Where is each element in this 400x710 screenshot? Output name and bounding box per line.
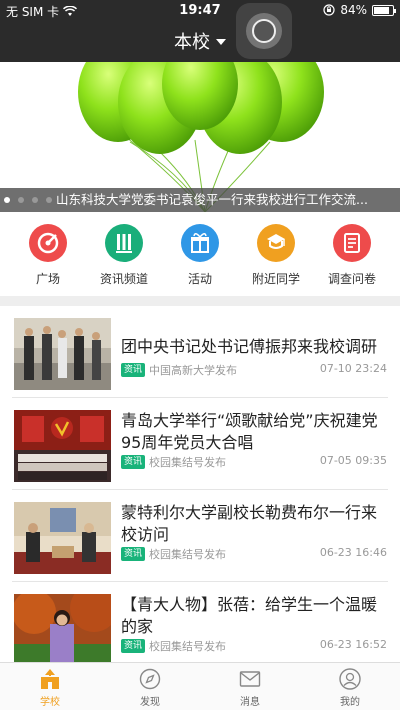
carousel-dot[interactable] — [4, 197, 10, 203]
news-source: 校园集结号发布 — [149, 640, 227, 653]
quick-link-nearby[interactable]: 附近同学 — [236, 224, 316, 287]
top-bar: 无 SIM 卡 19:47 84% 本校 — [0, 0, 400, 62]
banner-caption-bar[interactable]: 山东科技大学党委书记袁俊平一行来我校进行工作交流... — [0, 188, 400, 212]
carousel-indicator — [4, 197, 52, 203]
quick-link-label: 资讯频道 — [99, 272, 148, 286]
tab-messages[interactable]: 消息 — [200, 667, 300, 708]
news-tag: 资讯 — [121, 547, 146, 561]
quick-link-activity[interactable]: 活动 — [160, 224, 240, 287]
quick-links: 广场 资讯频道 活动 附近同学 调查问卷 — [0, 224, 400, 294]
news-item[interactable]: 【青大人物】张蓓：给学生一个温暖的家 资讯 校园集结号发布 06-23 16:52 — [0, 582, 400, 674]
news-title: 团中央书记处书记傅振邦来我校调研 — [121, 337, 378, 356]
tab-profile[interactable]: 我的 — [300, 667, 400, 708]
news-title: 蒙特利尔大学副校长勒费布尔一行来校访问 — [121, 503, 378, 544]
news-thumbnail — [14, 502, 111, 574]
tab-label: 发现 — [140, 697, 160, 708]
news-tag: 资讯 — [121, 455, 146, 469]
quick-link-news-channel[interactable]: 资讯频道 — [84, 224, 164, 287]
chevron-down-icon — [216, 39, 226, 45]
battery-icon — [372, 4, 396, 16]
quick-link-label: 活动 — [187, 272, 212, 286]
carousel-dot[interactable] — [46, 197, 52, 203]
news-tag: 资讯 — [121, 639, 146, 653]
battery-percent: 84% — [340, 3, 367, 17]
news-channel-icon — [105, 224, 143, 262]
news-item[interactable]: 蒙特利尔大学副校长勒费布尔一行来校访问 资讯 校园集结号发布 06-23 16:4… — [0, 490, 400, 582]
news-meta: 资讯 中国高新大学发布 07-10 23:24 — [121, 362, 387, 378]
tab-label: 学校 — [40, 697, 60, 708]
quick-link-survey[interactable]: 调查问卷 — [312, 224, 392, 287]
news-date: 06-23 16:46 — [319, 546, 387, 559]
news-thumbnail — [14, 410, 111, 482]
assistive-touch-button[interactable] — [236, 3, 292, 59]
news-item[interactable]: 团中央书记处书记傅振邦来我校调研 资讯 中国高新大学发布 07-10 23:24 — [0, 306, 400, 398]
quick-link-square[interactable]: 广场 — [8, 224, 88, 287]
news-thumbnail — [14, 318, 111, 390]
news-meta: 资讯 校园集结号发布 06-23 16:52 — [121, 638, 387, 654]
news-source: 校园集结号发布 — [149, 456, 227, 469]
news-source: 校园集结号发布 — [149, 548, 227, 561]
nearby-classmates-icon — [257, 224, 295, 262]
news-source: 中国高新大学发布 — [149, 364, 238, 377]
news-date: 07-10 23:24 — [319, 362, 387, 375]
banner-caption: 山东科技大学党委书记袁俊平一行来我校进行工作交流... — [56, 192, 368, 207]
news-date: 07-05 09:35 — [319, 454, 387, 467]
section-divider — [0, 296, 400, 306]
news-title: 青岛大学举行“颂歌献给党”庆祝建党95周年党员大合唱 — [121, 411, 378, 452]
nav-title: 本校 — [174, 32, 210, 53]
carousel-dot[interactable] — [18, 197, 24, 203]
news-meta: 资讯 校园集结号发布 07-05 09:35 — [121, 454, 387, 470]
bottom-tab-bar: 学校 发现 消息 我的 — [0, 662, 400, 710]
school-icon — [41, 669, 59, 689]
compass-icon — [139, 668, 161, 690]
survey-icon — [333, 224, 371, 262]
tab-label: 消息 — [240, 697, 260, 708]
news-title: 【青大人物】张蓓：给学生一个温暖的家 — [121, 595, 378, 636]
news-tag: 资讯 — [121, 363, 146, 377]
quick-link-label: 附近同学 — [251, 272, 300, 286]
tab-school[interactable]: 学校 — [0, 667, 100, 708]
gift-icon — [181, 224, 219, 262]
news-date: 06-23 16:52 — [319, 638, 387, 651]
quick-link-label: 广场 — [35, 272, 60, 286]
news-thumbnail — [14, 594, 111, 666]
news-item[interactable]: 青岛大学举行“颂歌献给党”庆祝建党95周年党员大合唱 资讯 校园集结号发布 07-… — [0, 398, 400, 490]
profile-icon — [339, 668, 361, 690]
mail-icon — [239, 671, 261, 687]
carousel-dot[interactable] — [32, 197, 38, 203]
status-bar: 无 SIM 卡 19:47 84% — [0, 0, 400, 20]
orientation-lock-icon — [323, 4, 335, 16]
quick-link-label: 调查问卷 — [327, 272, 376, 286]
tab-label: 我的 — [340, 697, 360, 708]
news-meta: 资讯 校园集结号发布 06-23 16:46 — [121, 546, 387, 562]
school-switcher[interactable]: 本校 — [0, 28, 400, 54]
square-target-icon — [29, 224, 67, 262]
tab-discover[interactable]: 发现 — [100, 667, 200, 708]
